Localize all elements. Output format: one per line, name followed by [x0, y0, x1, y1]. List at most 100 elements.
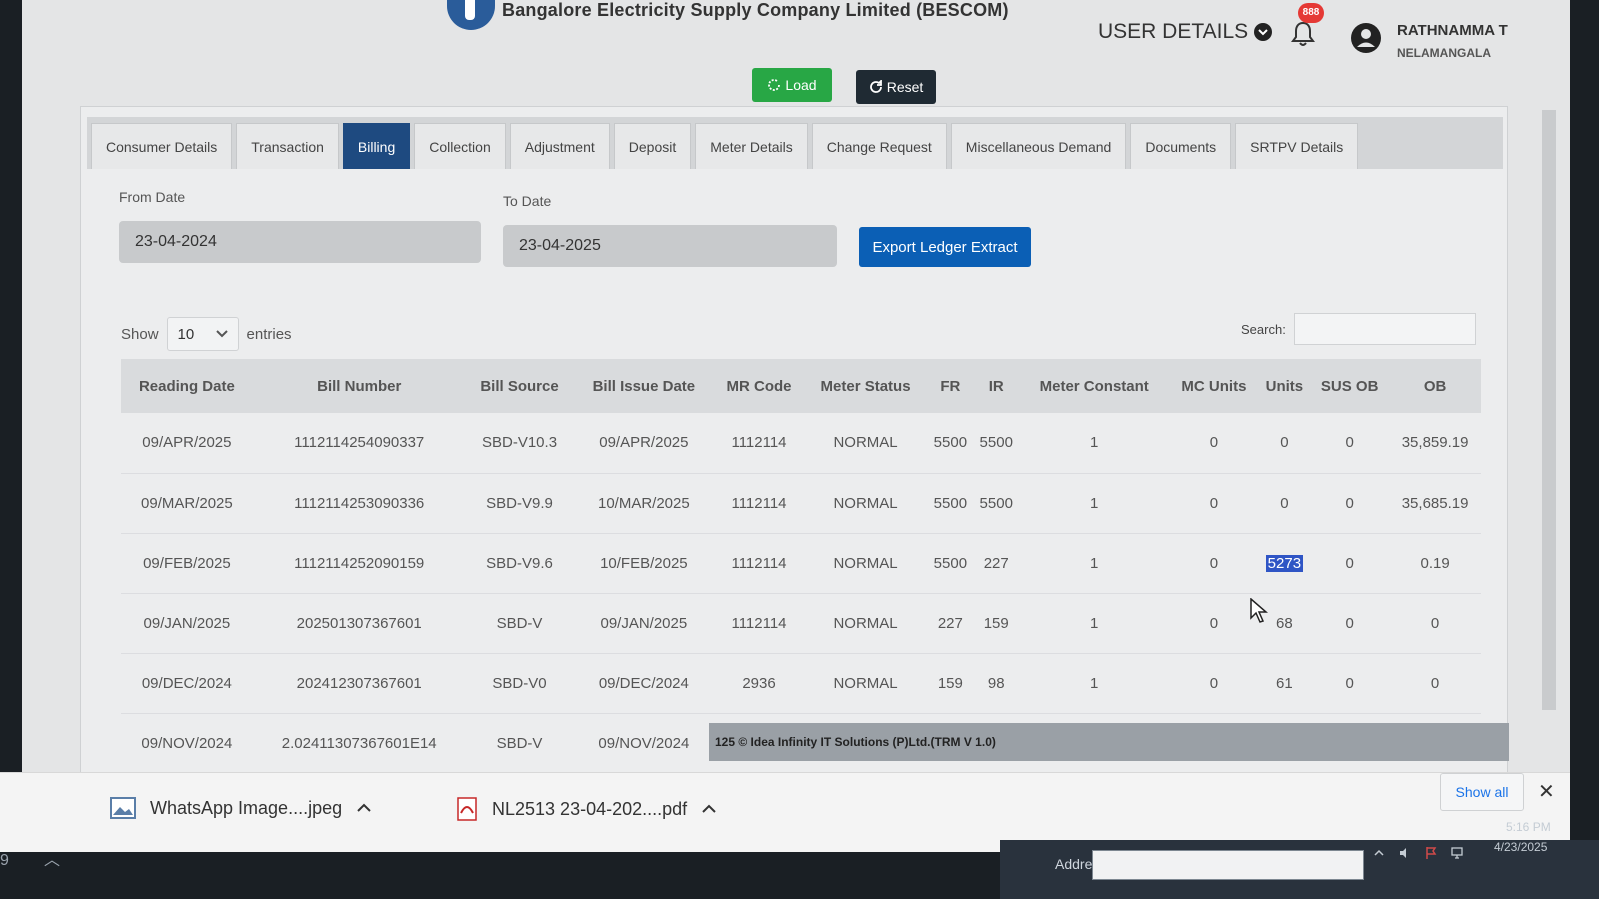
table-row: 09/APR/2025 1112114254090337 SBD-V10.3 09/A… [121, 413, 1481, 474]
column-header-ir[interactable]: IR [973, 359, 1020, 413]
column-header-sus-ob[interactable]: SUS OB [1310, 359, 1390, 413]
volume-icon[interactable] [1398, 846, 1412, 860]
tab-adjustment[interactable]: Adjustment [509, 123, 610, 169]
table-cell: 5500 [927, 533, 974, 594]
column-header-ob[interactable]: OB [1389, 359, 1481, 413]
from-date-input[interactable] [119, 221, 481, 263]
table-cell: 61 [1258, 653, 1311, 714]
table-cell: 09/FEB/2025 [121, 533, 253, 594]
chevron-down-icon [215, 330, 228, 338]
reset-label: Reset [886, 79, 924, 95]
chevron-up-icon[interactable] [356, 803, 372, 813]
bescom-logo [447, 0, 495, 30]
column-header-meter-constant[interactable]: Meter Constant [1019, 359, 1170, 413]
network-icon[interactable] [1450, 846, 1464, 860]
page-scrollbar[interactable] [1542, 110, 1556, 710]
chevron-down-icon [1254, 23, 1273, 41]
close-icon[interactable]: ✕ [1538, 779, 1555, 804]
entries-control: Show 10 entries [121, 317, 292, 351]
table-cell: 202412307367601 [252, 653, 466, 714]
table-cell: 0 [1258, 473, 1311, 534]
table-cell: NORMAL [803, 533, 928, 594]
tab-change-request[interactable]: Change Request [811, 123, 947, 169]
table-cell: 09/APR/2025 [573, 413, 715, 474]
column-header-units[interactable]: Units [1258, 359, 1311, 413]
tab-billing[interactable]: Billing [342, 123, 411, 169]
table-cell: 5500 [973, 473, 1020, 534]
tab-srtpv-details[interactable]: SRTPV Details [1235, 123, 1359, 169]
table-cell: 09/JAN/2025 [121, 593, 253, 654]
table-cell: 202501307367601 [252, 593, 466, 654]
table-cell: 0 [1310, 533, 1390, 594]
user-details-dropdown[interactable]: USER DETAILS [1098, 20, 1273, 44]
tab-documents[interactable]: Documents [1130, 123, 1232, 169]
selected-text: 5273 [1265, 554, 1304, 572]
table-cell: 98 [973, 653, 1020, 714]
search-label: Search: [1241, 321, 1286, 337]
table-cell: 159 [927, 653, 974, 714]
show-label: Show [121, 325, 159, 343]
table-cell: 227 [973, 533, 1020, 594]
table-body: 09/APR/2025 1112114254090337 SBD-V10.3 09/A… [121, 413, 1481, 774]
browser-screen: Bangalore Electricity Supply Company Lim… [22, 0, 1570, 812]
load-button[interactable]: Load [752, 68, 832, 102]
footer-copyright: 125 © Idea Infinity IT Solutions (P)Ltd.… [709, 723, 1509, 761]
search-control: Search: [1241, 313, 1476, 345]
download-item-pdf[interactable]: NL2513 23-04-202....pdf [456, 797, 717, 821]
table-cell: 0 [1169, 593, 1259, 654]
column-header-meter-status[interactable]: Meter Status [803, 359, 928, 413]
tab-transaction[interactable]: Transaction [236, 123, 339, 169]
column-header-mr-code[interactable]: MR Code [714, 359, 804, 413]
tab-collection[interactable]: Collection [414, 123, 506, 169]
entries-select[interactable]: 10 [166, 317, 239, 351]
show-all-downloads-button[interactable]: Show all [1440, 773, 1524, 811]
tab-deposit[interactable]: Deposit [613, 123, 692, 169]
export-ledger-button[interactable]: Export Ledger Extract [859, 227, 1031, 267]
tab-bar: Consumer Details Transaction Billing Collec… [87, 117, 1503, 169]
column-header-bill-number[interactable]: Bill Number [252, 359, 466, 413]
table-row: 09/FEB/2025 1112114252090159 SBD-V9.6 10/FE… [121, 533, 1481, 594]
mouse-cursor-icon [1250, 598, 1268, 623]
to-date-input[interactable] [503, 225, 837, 267]
tab-meter-details[interactable]: Meter Details [695, 123, 808, 169]
column-header-bill-issue-date[interactable]: Bill Issue Date [573, 359, 715, 413]
image-file-icon [110, 797, 136, 819]
column-header-reading-date[interactable]: Reading Date [121, 359, 253, 413]
table-cell: 1 [1019, 593, 1170, 654]
column-header-fr[interactable]: FR [927, 359, 974, 413]
chevron-up-icon[interactable] [701, 804, 717, 814]
table-cell: 35,685.19 [1389, 473, 1481, 534]
table-cell: 1112114254090337 [252, 413, 466, 474]
table-cell: 2.02411307367601E14 [252, 713, 466, 774]
column-header-mc-units[interactable]: MC Units [1169, 359, 1259, 413]
address-input[interactable] [1092, 850, 1364, 880]
table-cell: 0 [1310, 593, 1390, 654]
from-date-label: From Date [119, 189, 186, 205]
tray-chevron-icon[interactable] [1372, 846, 1386, 860]
download-item-image[interactable]: WhatsApp Image....jpeg [110, 797, 372, 819]
table-cell: 0 [1310, 413, 1390, 474]
clock-time: 5:16 PM [1506, 820, 1551, 834]
table-cell: 5500 [973, 413, 1020, 474]
table-cell: SBD-V [465, 593, 574, 654]
table-cell: 0 [1389, 593, 1481, 654]
column-header-bill-source[interactable]: Bill Source [465, 359, 574, 413]
table-cell: 5500 [927, 473, 974, 534]
table-cell: 35,859.19 [1389, 413, 1481, 474]
table-header-row: Reading Date Bill Number Bill Source Bill I… [121, 359, 1481, 413]
tab-miscellaneous-demand[interactable]: Miscellaneous Demand [950, 123, 1127, 169]
bell-icon[interactable] [1290, 20, 1316, 48]
flag-icon[interactable] [1424, 846, 1438, 860]
table-cell: 1 [1019, 653, 1170, 714]
table-cell: 1 [1019, 533, 1170, 594]
search-input[interactable] [1293, 313, 1476, 345]
tab-consumer-details[interactable]: Consumer Details [91, 123, 233, 169]
company-name: Bangalore Electricity Supply Company Lim… [502, 0, 1009, 20]
chevron-up-icon[interactable]: ︿ [44, 846, 60, 870]
table-cell: 1112114252090159 [252, 533, 466, 594]
to-date-label: To Date [503, 193, 552, 209]
reset-button[interactable]: Reset [856, 70, 936, 104]
consumer-panel: Consumer Details Transaction Billing Collec… [80, 106, 1509, 812]
user-avatar-icon[interactable] [1350, 22, 1382, 54]
download-item-pdf-label: NL2513 23-04-202....pdf [492, 798, 688, 819]
